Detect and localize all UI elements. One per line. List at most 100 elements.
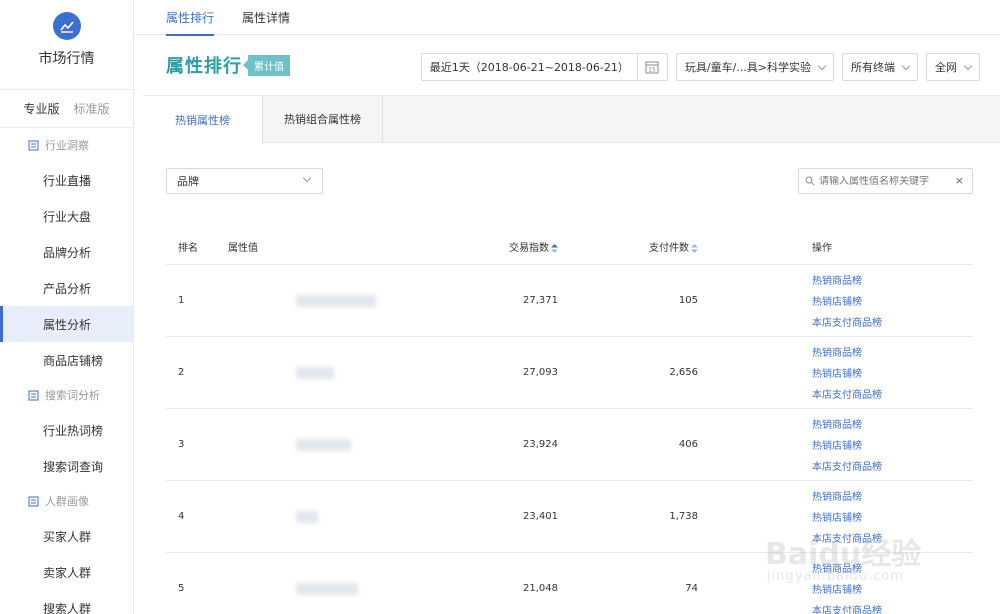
- sidebar-item-buyers[interactable]: 买家人群: [0, 518, 133, 554]
- calendar-icon[interactable]: 15: [636, 53, 667, 81]
- store-paid-goods-link[interactable]: 本店支付商品榜: [812, 458, 973, 473]
- header-pay-count[interactable]: 支付件数: [558, 239, 698, 254]
- rank-cell: 5: [178, 583, 185, 594]
- actions-cell: 热销商品榜热销店铺榜本店支付商品榜: [698, 488, 973, 545]
- sidebar-group-label: 人群画像: [45, 495, 89, 508]
- blurred-attribute-value: [296, 366, 334, 379]
- actions-cell: 热销商品榜热销店铺榜本店支付商品榜: [698, 344, 973, 401]
- date-range-picker[interactable]: 最近1天（2018-06-21~2018-06-21） 15: [420, 53, 668, 81]
- sidebar-item-product-analysis[interactable]: 产品分析: [0, 270, 133, 306]
- clear-icon[interactable]: ×: [955, 174, 964, 187]
- pay-count-cell: 74: [685, 583, 698, 594]
- sidebar-group-audience: 人群画像: [0, 484, 133, 518]
- content-panel: 热销属性榜 热销组合属性榜 品牌 × 排名 属性值 交易指数 支付件数 操作 1…: [143, 95, 1000, 614]
- category-select[interactable]: 玩具/童车/...具>科学实验: [675, 53, 834, 81]
- attribute-cell: [228, 582, 418, 595]
- hot-shops-link[interactable]: 热销店铺榜: [812, 365, 973, 380]
- building-icon: [28, 496, 39, 506]
- version-pro-tab[interactable]: 专业版: [23, 100, 59, 117]
- search-box: ×: [798, 168, 973, 194]
- top-tabs: 属性排行 属性详情: [134, 0, 1000, 36]
- actions-cell: 热销商品榜热销店铺榜本店支付商品榜: [698, 416, 973, 473]
- store-paid-goods-link[interactable]: 本店支付商品榜: [812, 530, 973, 545]
- tab-attribute-detail[interactable]: 属性详情: [242, 0, 290, 35]
- app-title: 市场行情: [38, 51, 95, 67]
- trade-index-cell: 23,401: [523, 511, 558, 522]
- sidebar-item-shop-ranking[interactable]: 商品店铺榜: [0, 342, 133, 378]
- search-input[interactable]: [819, 175, 949, 187]
- hot-goods-link[interactable]: 热销商品榜: [812, 344, 973, 359]
- sidebar-item-hot-words[interactable]: 行业热词榜: [0, 412, 133, 448]
- page-header: 属性排行 累计值 最近1天（2018-06-21~2018-06-21） 15 …: [134, 35, 1000, 95]
- sidebar: 市场行情 专业版 标准版 行业洞察 行业直播 行业大盘 品牌分析 产品分析 属性…: [0, 0, 134, 614]
- store-paid-goods-link[interactable]: 本店支付商品榜: [812, 602, 973, 614]
- pay-count-cell: 406: [678, 439, 698, 450]
- chart-logo-icon: [52, 12, 81, 40]
- actions-cell: 热销商品榜热销店铺榜本店支付商品榜: [698, 272, 973, 329]
- hot-shops-link[interactable]: 热销店铺榜: [812, 581, 973, 596]
- table-row: 4 23,401 1,738 热销商品榜 热销店铺榜 本店支付商品榜: [166, 481, 973, 553]
- chevron-down-icon: [302, 173, 312, 183]
- tab-attribute-ranking[interactable]: 属性排行: [166, 0, 215, 36]
- tool-row: 品牌 ×: [166, 168, 973, 194]
- sidebar-item-searchers[interactable]: 搜索人群: [0, 590, 133, 614]
- hot-goods-link[interactable]: 热销商品榜: [812, 272, 973, 287]
- sidebar-group-industry: 行业洞察: [0, 128, 133, 162]
- store-paid-goods-link[interactable]: 本店支付商品榜: [812, 386, 973, 401]
- terminal-select[interactable]: 所有终端: [842, 53, 918, 81]
- hot-goods-link[interactable]: 热销商品榜: [812, 416, 973, 431]
- sort-icon[interactable]: [551, 243, 558, 253]
- trade-index-cell: 27,371: [523, 295, 558, 306]
- app-root: 市场行情 专业版 标准版 行业洞察 行业直播 行业大盘 品牌分析 产品分析 属性…: [0, 0, 1000, 614]
- blurred-attribute-value: [296, 582, 358, 595]
- attribute-type-select[interactable]: 品牌: [166, 168, 323, 194]
- actions-cell: 热销商品榜热销店铺榜本店支付商品榜: [698, 560, 973, 614]
- table-row: 1 27,371 105 热销商品榜 热销店铺榜 本店支付商品榜: [166, 265, 973, 337]
- version-std-tab[interactable]: 标准版: [74, 100, 110, 117]
- sidebar-item-attribute-analysis[interactable]: 属性分析: [0, 306, 133, 342]
- header-pay-count-label: 支付件数: [649, 243, 689, 254]
- building-icon: [28, 390, 39, 400]
- sidebar-item-sellers[interactable]: 卖家人群: [0, 554, 133, 590]
- rank-cell: 3: [178, 439, 185, 450]
- scope-select[interactable]: 全网: [926, 53, 980, 81]
- header-trade-index-label: 交易指数: [509, 243, 549, 254]
- sidebar-item-industry-overview[interactable]: 行业大盘: [0, 198, 133, 234]
- blurred-attribute-value: [296, 510, 318, 523]
- table-row: 5 21,048 74 热销商品榜 热销店铺榜 本店支付商品榜: [166, 553, 973, 614]
- sort-icon[interactable]: [691, 243, 698, 253]
- scope-value: 全网: [935, 61, 957, 74]
- attribute-type-value: 品牌: [177, 175, 199, 188]
- sidebar-item-search-query[interactable]: 搜索词查询: [0, 448, 133, 484]
- trade-index-cell: 27,093: [523, 367, 558, 378]
- rank-cell: 1: [178, 295, 185, 306]
- attribute-cell: [228, 438, 418, 451]
- hot-shops-link[interactable]: 热销店铺榜: [812, 509, 973, 524]
- page-title: 属性排行: [166, 56, 242, 77]
- trade-index-cell: 23,924: [523, 439, 558, 450]
- building-icon: [28, 140, 39, 150]
- hot-goods-link[interactable]: 热销商品榜: [812, 488, 973, 503]
- header-trade-index[interactable]: 交易指数: [418, 239, 558, 254]
- header-rank: 排名: [178, 243, 198, 254]
- attribute-cell: [228, 510, 418, 523]
- header-attribute: 属性值: [228, 243, 258, 254]
- hot-shops-link[interactable]: 热销店铺榜: [812, 437, 973, 452]
- chevron-down-icon: [817, 61, 827, 70]
- hot-goods-link[interactable]: 热销商品榜: [812, 560, 973, 575]
- sidebar-item-industry-live[interactable]: 行业直播: [0, 162, 133, 198]
- chevron-down-icon: [963, 61, 973, 70]
- hot-shops-link[interactable]: 热销店铺榜: [812, 293, 973, 308]
- pay-count-cell: 1,738: [669, 511, 698, 522]
- blurred-attribute-value: [296, 294, 376, 307]
- sidebar-group-label: 搜索词分析: [45, 389, 100, 402]
- tab-hot-attributes[interactable]: 热销属性榜: [143, 96, 263, 144]
- table-header: 排名 属性值 交易指数 支付件数 操作: [166, 229, 973, 265]
- sidebar-item-brand-analysis[interactable]: 品牌分析: [0, 234, 133, 270]
- pay-count-cell: 105: [678, 295, 698, 306]
- sidebar-group-search: 搜索词分析: [0, 378, 133, 412]
- attribute-cell: [228, 366, 418, 379]
- store-paid-goods-link[interactable]: 本店支付商品榜: [812, 314, 973, 329]
- ranking-table: 排名 属性值 交易指数 支付件数 操作 1 27,371 105 热销商品榜 热销店铺榜…: [166, 229, 973, 614]
- tab-hot-combo-attributes[interactable]: 热销组合属性榜: [263, 96, 383, 142]
